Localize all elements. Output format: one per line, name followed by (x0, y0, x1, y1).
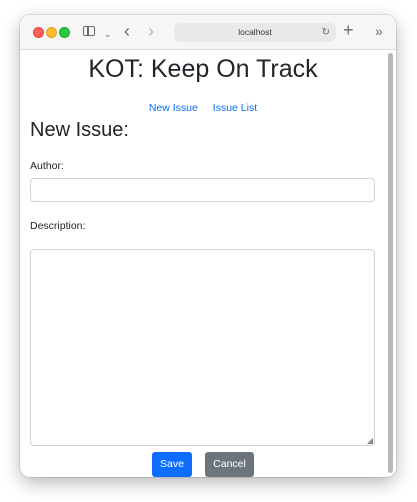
cancel-button[interactable]: Cancel (205, 452, 254, 477)
minimize-window-button[interactable] (46, 27, 57, 38)
page-content: KOT: Keep On Track New Issue Issue List … (20, 50, 396, 477)
zoom-window-button[interactable] (59, 27, 70, 38)
description-label: Description: (30, 220, 86, 232)
save-button[interactable]: Save (152, 452, 192, 477)
back-icon[interactable]: ‹ (124, 21, 130, 41)
browser-window: ⌄ ‹ › localhost ↻ + » KOT: Keep On Track… (20, 15, 396, 477)
description-textarea[interactable]: ◢ (30, 249, 375, 446)
address-bar[interactable]: localhost ↻ (174, 23, 336, 42)
nav-link-issue-list[interactable]: Issue List (213, 102, 257, 114)
close-window-button[interactable] (33, 27, 44, 38)
resize-handle-icon[interactable]: ◢ (367, 437, 373, 445)
author-field[interactable] (30, 178, 375, 202)
browser-toolbar: ⌄ ‹ › localhost ↻ + » (20, 15, 396, 50)
address-text: localhost (238, 27, 272, 37)
app-title: KOT: Keep On Track (88, 55, 318, 83)
overflow-icon[interactable]: » (375, 21, 383, 41)
chevron-down-icon[interactable]: ⌄ (104, 24, 112, 44)
nav-link-new-issue[interactable]: New Issue (149, 102, 198, 114)
nav-bar: New Issue Issue List (20, 102, 386, 114)
sidebar-icon[interactable] (83, 26, 95, 36)
forward-icon[interactable]: › (148, 21, 154, 41)
page-heading: New Issue: (30, 119, 129, 141)
scrollbar[interactable] (388, 53, 393, 473)
reload-icon[interactable]: ↻ (322, 23, 330, 42)
author-label: Author: (30, 160, 64, 172)
new-tab-icon[interactable]: + (343, 20, 354, 40)
